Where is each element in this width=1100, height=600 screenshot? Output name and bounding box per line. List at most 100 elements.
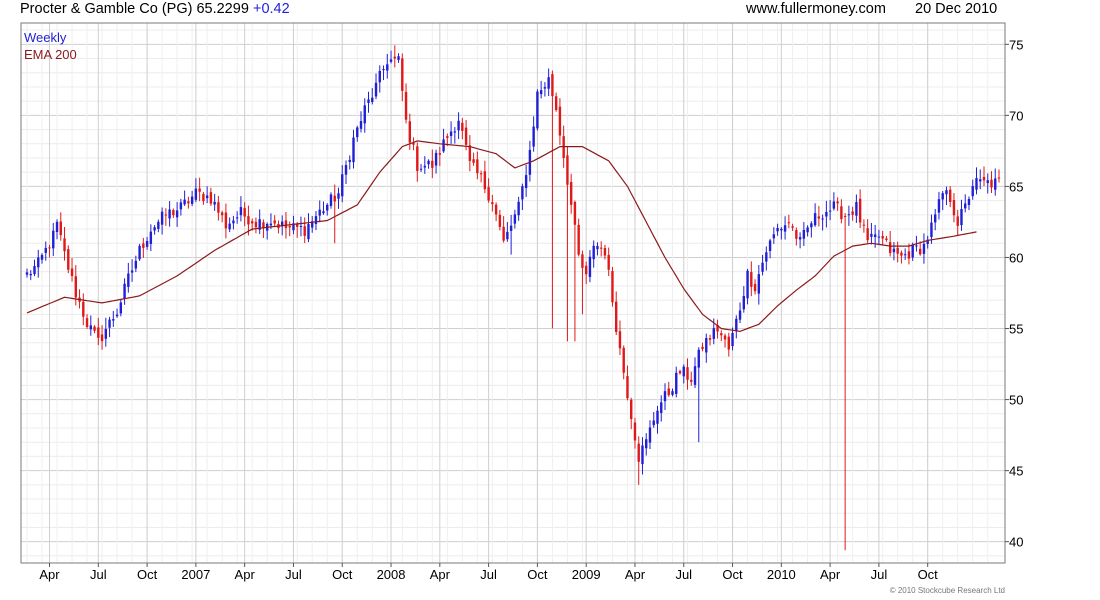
candle-up bbox=[33, 266, 36, 275]
candle-up bbox=[190, 196, 194, 204]
x-tick-label: Jul bbox=[285, 567, 302, 582]
legend-weekly: Weekly bbox=[24, 30, 67, 45]
candle-up bbox=[813, 213, 817, 226]
candle-up bbox=[329, 194, 333, 206]
candle-up bbox=[112, 319, 115, 321]
candle-up bbox=[521, 186, 524, 200]
candle-down bbox=[333, 195, 336, 202]
candle-up bbox=[930, 222, 933, 238]
candle-up bbox=[652, 420, 655, 426]
candle-up bbox=[449, 131, 453, 136]
candle-down bbox=[491, 202, 494, 205]
candle-down bbox=[224, 212, 228, 229]
candle-up bbox=[592, 245, 595, 260]
candle-down bbox=[63, 238, 66, 252]
candle-up bbox=[847, 214, 851, 216]
candle-down bbox=[82, 301, 85, 317]
candle-down bbox=[858, 198, 862, 223]
candle-up bbox=[532, 126, 535, 147]
candle-up bbox=[382, 69, 385, 71]
candle-up bbox=[783, 225, 787, 232]
candle-up bbox=[359, 121, 363, 129]
candle-up bbox=[780, 228, 783, 231]
candle-up bbox=[986, 180, 989, 184]
candle-up bbox=[663, 391, 667, 402]
candle-up bbox=[975, 178, 978, 190]
candle-down bbox=[446, 136, 449, 138]
candle-down bbox=[900, 252, 903, 256]
candle-up bbox=[149, 231, 153, 244]
candle-down bbox=[74, 276, 77, 298]
candle-up bbox=[934, 214, 937, 223]
candle-down bbox=[686, 367, 689, 380]
candle-up bbox=[547, 77, 550, 89]
y-axis-ticks: 40 45 50 55 60 65 70 75 bbox=[1005, 37, 1023, 550]
x-tick-label: Oct bbox=[332, 567, 353, 582]
candle-down bbox=[476, 159, 479, 174]
candle-up bbox=[138, 245, 141, 260]
candle-up bbox=[536, 91, 539, 129]
candle-up bbox=[937, 199, 941, 213]
candle-down bbox=[142, 243, 145, 248]
candle-down bbox=[611, 271, 614, 303]
candle-down bbox=[164, 214, 168, 216]
candle-up bbox=[427, 160, 430, 165]
y-tick-label: 65 bbox=[1009, 179, 1023, 194]
candle-down bbox=[787, 222, 791, 224]
candle-up bbox=[269, 223, 273, 226]
candle-down bbox=[836, 201, 839, 204]
candle-down bbox=[952, 199, 956, 216]
ema-200-line bbox=[26, 140, 977, 333]
candle-up bbox=[746, 270, 749, 299]
candle-up bbox=[971, 186, 974, 197]
candle-up bbox=[810, 223, 813, 228]
x-tick-label: Oct bbox=[918, 567, 939, 582]
candle-up bbox=[825, 211, 828, 217]
candle-down bbox=[907, 251, 911, 259]
candle-up bbox=[994, 178, 997, 190]
candle-down bbox=[622, 347, 625, 373]
candle-up bbox=[768, 240, 772, 251]
candle-down bbox=[956, 216, 959, 226]
copyright-notice: © 2010 Stockcube Research Ltd bbox=[889, 586, 1005, 595]
candle-up bbox=[123, 283, 126, 299]
candle-down bbox=[100, 334, 104, 342]
y-tick-label: 50 bbox=[1009, 393, 1023, 408]
candle-up bbox=[922, 243, 926, 254]
candle-up bbox=[761, 262, 764, 272]
candle-down bbox=[209, 192, 213, 204]
x-tick-label: Jul bbox=[871, 567, 888, 582]
candle-down bbox=[97, 327, 100, 338]
x-tick-label: Jul bbox=[90, 567, 107, 582]
candle-down bbox=[607, 254, 610, 270]
candle-down bbox=[896, 247, 899, 254]
candle-down bbox=[187, 201, 190, 204]
candle-down bbox=[881, 236, 884, 239]
candle-down bbox=[250, 221, 254, 224]
candle-up bbox=[239, 207, 243, 216]
candle-up bbox=[712, 328, 715, 339]
candle-down bbox=[599, 247, 603, 249]
candle-down bbox=[795, 230, 798, 239]
candle-up bbox=[765, 252, 768, 262]
candle-up bbox=[157, 221, 160, 229]
candle-down bbox=[840, 206, 843, 220]
candle-down bbox=[667, 388, 670, 396]
candle-down bbox=[637, 443, 640, 462]
candle-up bbox=[194, 188, 198, 200]
x-tick-label: Apr bbox=[430, 567, 451, 582]
candle-up bbox=[352, 137, 355, 163]
candle-down bbox=[408, 121, 411, 143]
candle-down bbox=[708, 338, 712, 340]
candle-down bbox=[750, 272, 753, 287]
candle-down bbox=[198, 188, 201, 192]
x-tick-label: Apr bbox=[235, 567, 256, 582]
candle-down bbox=[494, 204, 498, 215]
candle-down bbox=[67, 249, 70, 270]
candle-down bbox=[303, 226, 306, 236]
candle-down bbox=[615, 301, 618, 332]
candle-down bbox=[483, 171, 487, 190]
candle-up bbox=[682, 366, 685, 377]
candle-up bbox=[457, 120, 460, 131]
candle-up bbox=[153, 227, 156, 231]
